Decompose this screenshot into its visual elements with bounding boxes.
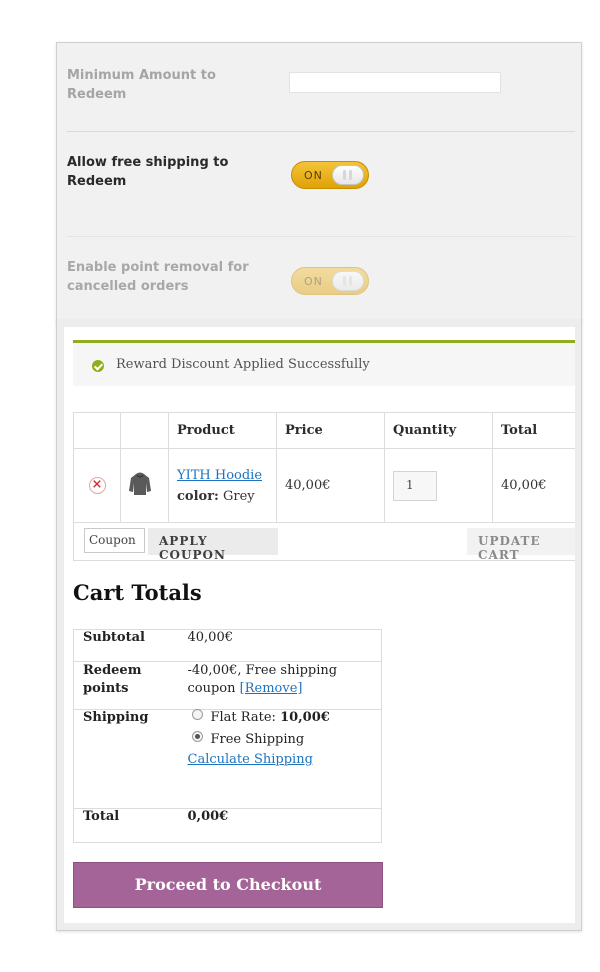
free-shipping-option[interactable]: Free Shipping <box>188 731 382 747</box>
remove-col-header <box>73 412 121 449</box>
subtotal-value: 40,00€ <box>187 629 382 662</box>
cart-item-row: × YITH Hoodie color: Grey 40,00€ 1 40,00… <box>73 448 575 523</box>
thumb-cell <box>120 448 169 523</box>
price-col-header: Price <box>276 412 385 449</box>
shipping-options: Flat Rate: 10,00€ Free Shipping Calculat… <box>187 709 382 809</box>
product-cell: YITH Hoodie color: Grey <box>168 448 277 523</box>
product-col-header: Product <box>168 412 277 449</box>
total-value: 0,00€ <box>187 808 382 843</box>
subtotal-row: Subtotal 40,00€ <box>73 629 382 662</box>
flat-rate-label: Flat Rate: <box>210 710 276 725</box>
cart-totals-table: Subtotal 40,00€ Redeem points -40,00€, F… <box>73 629 382 843</box>
toggle-state-text: ON <box>304 169 323 182</box>
attr-label: color: <box>177 488 219 504</box>
toggle-state-text: ON <box>304 275 323 288</box>
flat-rate-radio[interactable] <box>191 709 203 720</box>
subtotal-label: Subtotal <box>73 629 188 662</box>
shipping-row: Shipping Flat Rate: 10,00€ Free Shipping… <box>73 709 382 809</box>
free-shipping-row: Allow free shipping to Redeem ON <box>67 132 575 236</box>
remove-item-icon[interactable]: × <box>88 477 106 494</box>
free-shipping-toggle[interactable]: ON <box>291 161 369 189</box>
success-notice: Reward Discount Applied Successfully <box>73 340 575 386</box>
quantity-input[interactable]: 1 <box>393 470 437 501</box>
remove-cell: × <box>73 448 121 523</box>
product-link[interactable]: YITH Hoodie <box>177 468 268 483</box>
cart-panel: Reward Discount Applied Successfully Pro… <box>56 320 582 931</box>
min-amount-input[interactable] <box>289 72 501 93</box>
cart-table: Product Price Quantity Total × YITH Hood… <box>73 412 575 562</box>
proceed-to-checkout-button[interactable]: Proceed to Checkout <box>73 862 383 908</box>
apply-coupon-button[interactable]: APPLY COUPON <box>148 528 278 562</box>
thumb-col-header <box>120 412 169 449</box>
cart-actions-row: Coupon APPLY COUPON UPDATE CART <box>73 522 575 562</box>
free-shipping-label: Free Shipping <box>210 732 305 747</box>
free-shipping-radio[interactable] <box>191 731 203 742</box>
flat-rate-price: 10,00€ <box>280 710 330 725</box>
hoodie-thumbnail[interactable] <box>128 471 152 497</box>
total-col-header: Total <box>492 412 575 449</box>
quantity-cell: 1 <box>384 448 493 523</box>
update-cart-button[interactable]: UPDATE CART <box>467 528 575 562</box>
flat-rate-option[interactable]: Flat Rate: 10,00€ <box>188 709 382 725</box>
notice-text: Reward Discount Applied Successfully <box>116 357 370 372</box>
total-label: Total <box>73 808 188 843</box>
redeem-cell: -40,00€, Free shipping coupon [Remove] <box>187 661 382 710</box>
attr-value: Grey <box>222 488 255 504</box>
product-attr: color: Grey <box>177 489 255 504</box>
actions-cell: Coupon APPLY COUPON UPDATE CART <box>73 522 575 562</box>
total-row: Total 0,00€ <box>73 808 382 843</box>
coupon-input[interactable]: Coupon <box>84 528 145 553</box>
total-cell: 40,00€ <box>492 448 575 523</box>
shipping-label: Shipping <box>73 709 188 809</box>
min-amount-row: Minimum Amount to Redeem <box>67 43 575 132</box>
redeem-row: Redeem points -40,00€, Free shipping cou… <box>73 661 382 710</box>
toggle-knob <box>332 165 364 185</box>
remove-coupon-link[interactable]: [Remove] <box>240 681 303 696</box>
cart-page: Reward Discount Applied Successfully Pro… <box>64 327 575 923</box>
check-circle-icon <box>92 360 104 372</box>
quantity-col-header: Quantity <box>384 412 493 449</box>
point-removal-label: Enable point removal for cancelled order… <box>67 260 249 294</box>
price-cell: 40,00€ <box>276 448 385 523</box>
points-settings-panel: Minimum Amount to Redeem Allow free ship… <box>56 42 582 322</box>
free-shipping-label: Allow free shipping to Redeem <box>67 155 229 189</box>
min-amount-label: Minimum Amount to Redeem <box>67 68 216 102</box>
redeem-label: Redeem points <box>73 661 188 710</box>
calculate-shipping-link[interactable]: Calculate Shipping <box>188 752 382 767</box>
total-amount: 0,00€ <box>187 809 229 824</box>
cart-totals-title: Cart Totals <box>73 580 202 605</box>
cart-header-row: Product Price Quantity Total <box>73 412 575 449</box>
point-removal-row: Enable point removal for cancelled order… <box>67 237 575 321</box>
point-removal-toggle[interactable]: ON <box>291 267 369 295</box>
toggle-knob <box>332 271 364 291</box>
